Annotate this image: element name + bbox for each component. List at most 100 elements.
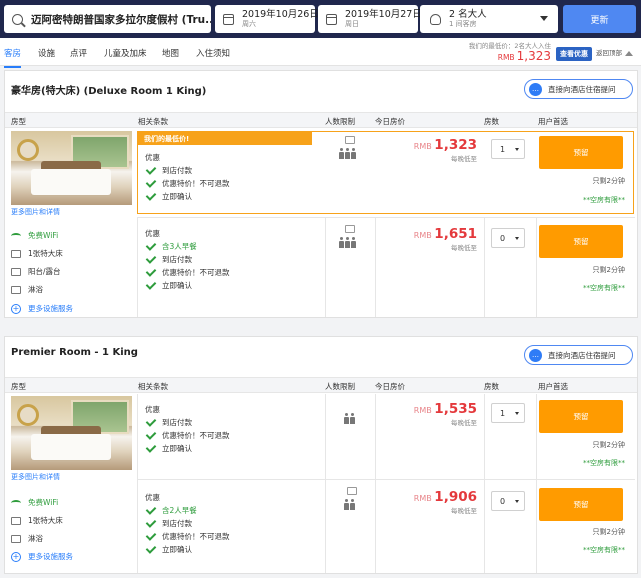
occupancy-2-icon [344,499,355,510]
limited-rooms-text: **空房有限** [583,284,625,292]
col-terms: 相关条款 [138,382,168,391]
amenity-balcony: 阳台/露台 [11,266,61,277]
offer-label: 优惠 [145,493,160,502]
book-button[interactable]: 预留 [539,136,623,169]
view-offers-button[interactable]: 查看优惠 [556,47,592,61]
rate-price: RMB 1,906 每晚低至 [413,489,477,515]
room-photo[interactable] [11,396,132,470]
check-icon [145,163,157,175]
occupancy-2-icon [344,413,355,424]
tab-children-beds[interactable]: 儿童及加床 [104,47,147,59]
limited-rooms-text: **空房有限** [583,546,625,554]
chevron-down-icon [515,148,519,151]
user-icon [430,13,441,25]
wifi-icon [11,499,21,506]
back-to-top-label: 返回顶部 [596,49,622,57]
book-button[interactable]: 预留 [539,225,623,258]
checkin-date: 2019年10月26日 [242,9,319,20]
column-divider [375,217,376,317]
book-button[interactable]: 预留 [539,400,623,433]
checkout-date-field[interactable]: 2019年10月27日 周日 [318,5,422,33]
room-title: Premier Room - 1 King [11,347,138,358]
only-left-text: 只剩2分钟 [592,441,625,449]
tab-rooms[interactable]: 客房 [4,47,22,68]
check-icon [145,415,157,427]
occupancy-3-icon [339,237,356,248]
book-button[interactable]: 预留 [539,488,623,521]
ask-hotel-button[interactable]: … 直接向酒店住宿提问 [524,79,633,99]
room-qty-select[interactable]: 1 [491,403,525,423]
wifi-icon [11,232,21,239]
limited-rooms-text: **空房有限** [583,196,625,204]
guests-sub: 1 间客房 [449,20,477,28]
room-photo[interactable] [11,131,132,205]
column-divider [375,394,376,573]
offer-label: 优惠 [145,153,160,162]
tab-policies[interactable]: 入住须知 [196,47,230,59]
chevron-down-icon [540,16,548,21]
room-qty-select[interactable]: 1 [491,139,525,159]
lowest-price-value: 1,323 [516,49,551,63]
checkin-date-field[interactable]: 2019年10月26日 周六 [215,5,319,33]
only-left-text: 只剩2分钟 [592,177,625,185]
arrow-up-icon [625,50,633,56]
row-divider [137,479,635,480]
ask-hotel-button[interactable]: … 直接向酒店住宿提问 [524,345,633,365]
room-title: 豪华房(特大床) (Deluxe Room 1 King) [11,86,207,97]
hotel-name: 迈阿密特朗普国家多拉尔度假村 (Tru... [31,13,211,26]
check-icon [145,176,157,188]
tab-reviews[interactable]: 点评 [70,47,87,59]
chevron-down-icon [515,237,519,240]
amenity-wifi: 免费WiFi [11,230,58,241]
room-qty-select[interactable]: 0 [491,228,525,248]
checkout-weekday: 周日 [345,20,359,28]
more-facilities-link[interactable]: + 更多设施服务 [11,551,73,562]
bed-icon [11,516,21,525]
col-occupancy: 人数限制 [325,382,355,391]
rate-terms: 优惠 含3人早餐 到店付款 优惠特价！不可退款 立即确认 [145,229,230,290]
check-icon [145,252,157,264]
column-divider [325,394,326,573]
only-left-text: 只剩2分钟 [592,528,625,536]
ask-hotel-label: 直接向酒店住宿提问 [548,350,616,360]
only-left-text: 只剩2分钟 [592,266,625,274]
chevron-down-icon [515,500,519,503]
tab-facilities[interactable]: 设施 [38,47,55,59]
more-facilities-link[interactable]: + 更多设施服务 [11,303,73,314]
amenity-shower: 淋浴 [11,284,43,295]
bed-icon [11,249,21,258]
rate-terms: 优惠 到店付款 优惠特价！不可退款 立即确认 [145,153,230,201]
best-price-badge: 我们的最低价! [138,132,312,145]
hotel-search-input[interactable]: 迈阿密特朗普国家多拉尔度假村 (Tru... [4,5,211,33]
check-icon [145,278,157,290]
tab-map[interactable]: 地图 [162,47,179,59]
room-qty-select[interactable]: 0 [491,491,525,511]
more-photos-link[interactable]: 更多图片和详情 [11,472,60,482]
rate-price: RMB 1,651 每晚低至 [413,226,477,252]
calendar-icon [326,13,337,25]
chevron-down-icon [515,412,519,415]
guests-main: 2 名大人 [449,9,487,20]
update-button[interactable]: 更新 [563,5,636,33]
col-choice: 用户首选 [538,382,568,391]
col-terms: 相关条款 [138,117,168,126]
back-to-top-link[interactable]: 返回顶部 [596,47,633,57]
guests-selector[interactable]: 2 名大人 1 间客房 [420,5,558,33]
col-room-type: 房型 [11,117,26,126]
offer-label: 优惠 [145,229,160,238]
shower-icon [11,285,21,294]
row-divider [137,217,635,218]
check-icon [145,516,157,528]
check-icon [145,529,157,541]
offer-label: 优惠 [145,405,160,414]
amenity-bed: 1张特大床 [11,248,63,259]
column-divider [536,394,537,573]
chat-icon: … [529,348,542,362]
occupancy-3-icon [339,148,356,159]
checkin-weekday: 周六 [242,20,256,28]
check-icon [145,428,157,440]
check-icon [145,265,157,277]
lowest-price-summary: 我们的最低价：2名大人入住 RMB 1,323 [469,41,551,63]
more-photos-link[interactable]: 更多图片和详情 [11,207,60,217]
checkout-date: 2019年10月27日 [345,9,422,20]
